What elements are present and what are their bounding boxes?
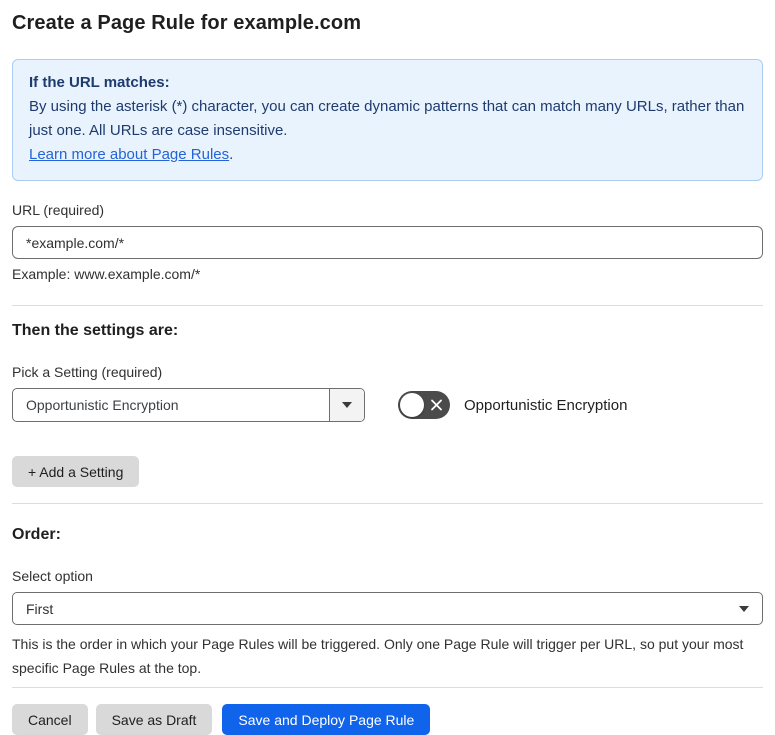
toggle-knob bbox=[400, 393, 424, 417]
info-box-link-line: Learn more about Page Rules. bbox=[29, 143, 746, 167]
url-field-label: URL (required) bbox=[12, 202, 105, 218]
add-setting-button[interactable]: + Add a Setting bbox=[12, 456, 140, 487]
toggle-label: Opportunistic Encryption bbox=[464, 396, 628, 414]
save-and-deploy-button[interactable]: Save and Deploy Page Rule bbox=[222, 704, 431, 735]
order-help-text: This is the order in which your Page Rul… bbox=[12, 636, 744, 676]
info-box-body-text: By using the asterisk (*) character, you… bbox=[29, 98, 745, 139]
order-select-label: Select option bbox=[12, 568, 93, 584]
section-divider bbox=[12, 305, 763, 306]
setting-dropdown-arrow-button[interactable] bbox=[329, 389, 364, 421]
link-period: . bbox=[229, 146, 234, 163]
info-box-body: By using the asterisk (*) character, you… bbox=[29, 95, 746, 143]
url-matches-info-box: If the URL matches: By using the asteris… bbox=[12, 59, 763, 181]
footer-actions: Cancel Save as Draft Save and Deploy Pag… bbox=[12, 704, 763, 735]
order-section-heading: Order: bbox=[12, 526, 61, 543]
order-select-value: First bbox=[26, 600, 54, 617]
url-input[interactable] bbox=[12, 226, 763, 259]
page-title: Create a Page Rule for example.com bbox=[12, 12, 362, 34]
chevron-down-icon bbox=[739, 605, 749, 612]
order-select[interactable]: First bbox=[12, 592, 763, 625]
section-divider bbox=[12, 503, 763, 504]
setting-toggle-group: Opportunistic Encryption bbox=[398, 391, 627, 419]
cancel-button[interactable]: Cancel bbox=[12, 704, 88, 735]
info-box-heading: If the URL matches: bbox=[29, 74, 170, 91]
opportunistic-encryption-toggle[interactable] bbox=[398, 391, 450, 419]
setting-dropdown[interactable]: Opportunistic Encryption bbox=[12, 388, 365, 422]
settings-section-heading: Then the settings are: bbox=[12, 322, 179, 339]
learn-more-link[interactable]: Learn more about Page Rules bbox=[29, 146, 229, 163]
create-page-rule-form: Create a Page Rule for example.com If th… bbox=[0, 0, 775, 735]
url-example-text: Example: www.example.com/* bbox=[12, 266, 201, 282]
save-as-draft-button[interactable]: Save as Draft bbox=[95, 704, 213, 735]
chevron-down-icon bbox=[342, 402, 352, 408]
setting-dropdown-value: Opportunistic Encryption bbox=[26, 397, 179, 413]
pick-setting-label: Pick a Setting (required) bbox=[12, 364, 163, 380]
toggle-off-x-icon bbox=[430, 399, 443, 412]
setting-row: Opportunistic Encryption Opportunistic E… bbox=[12, 388, 763, 422]
footer-divider bbox=[12, 687, 763, 688]
